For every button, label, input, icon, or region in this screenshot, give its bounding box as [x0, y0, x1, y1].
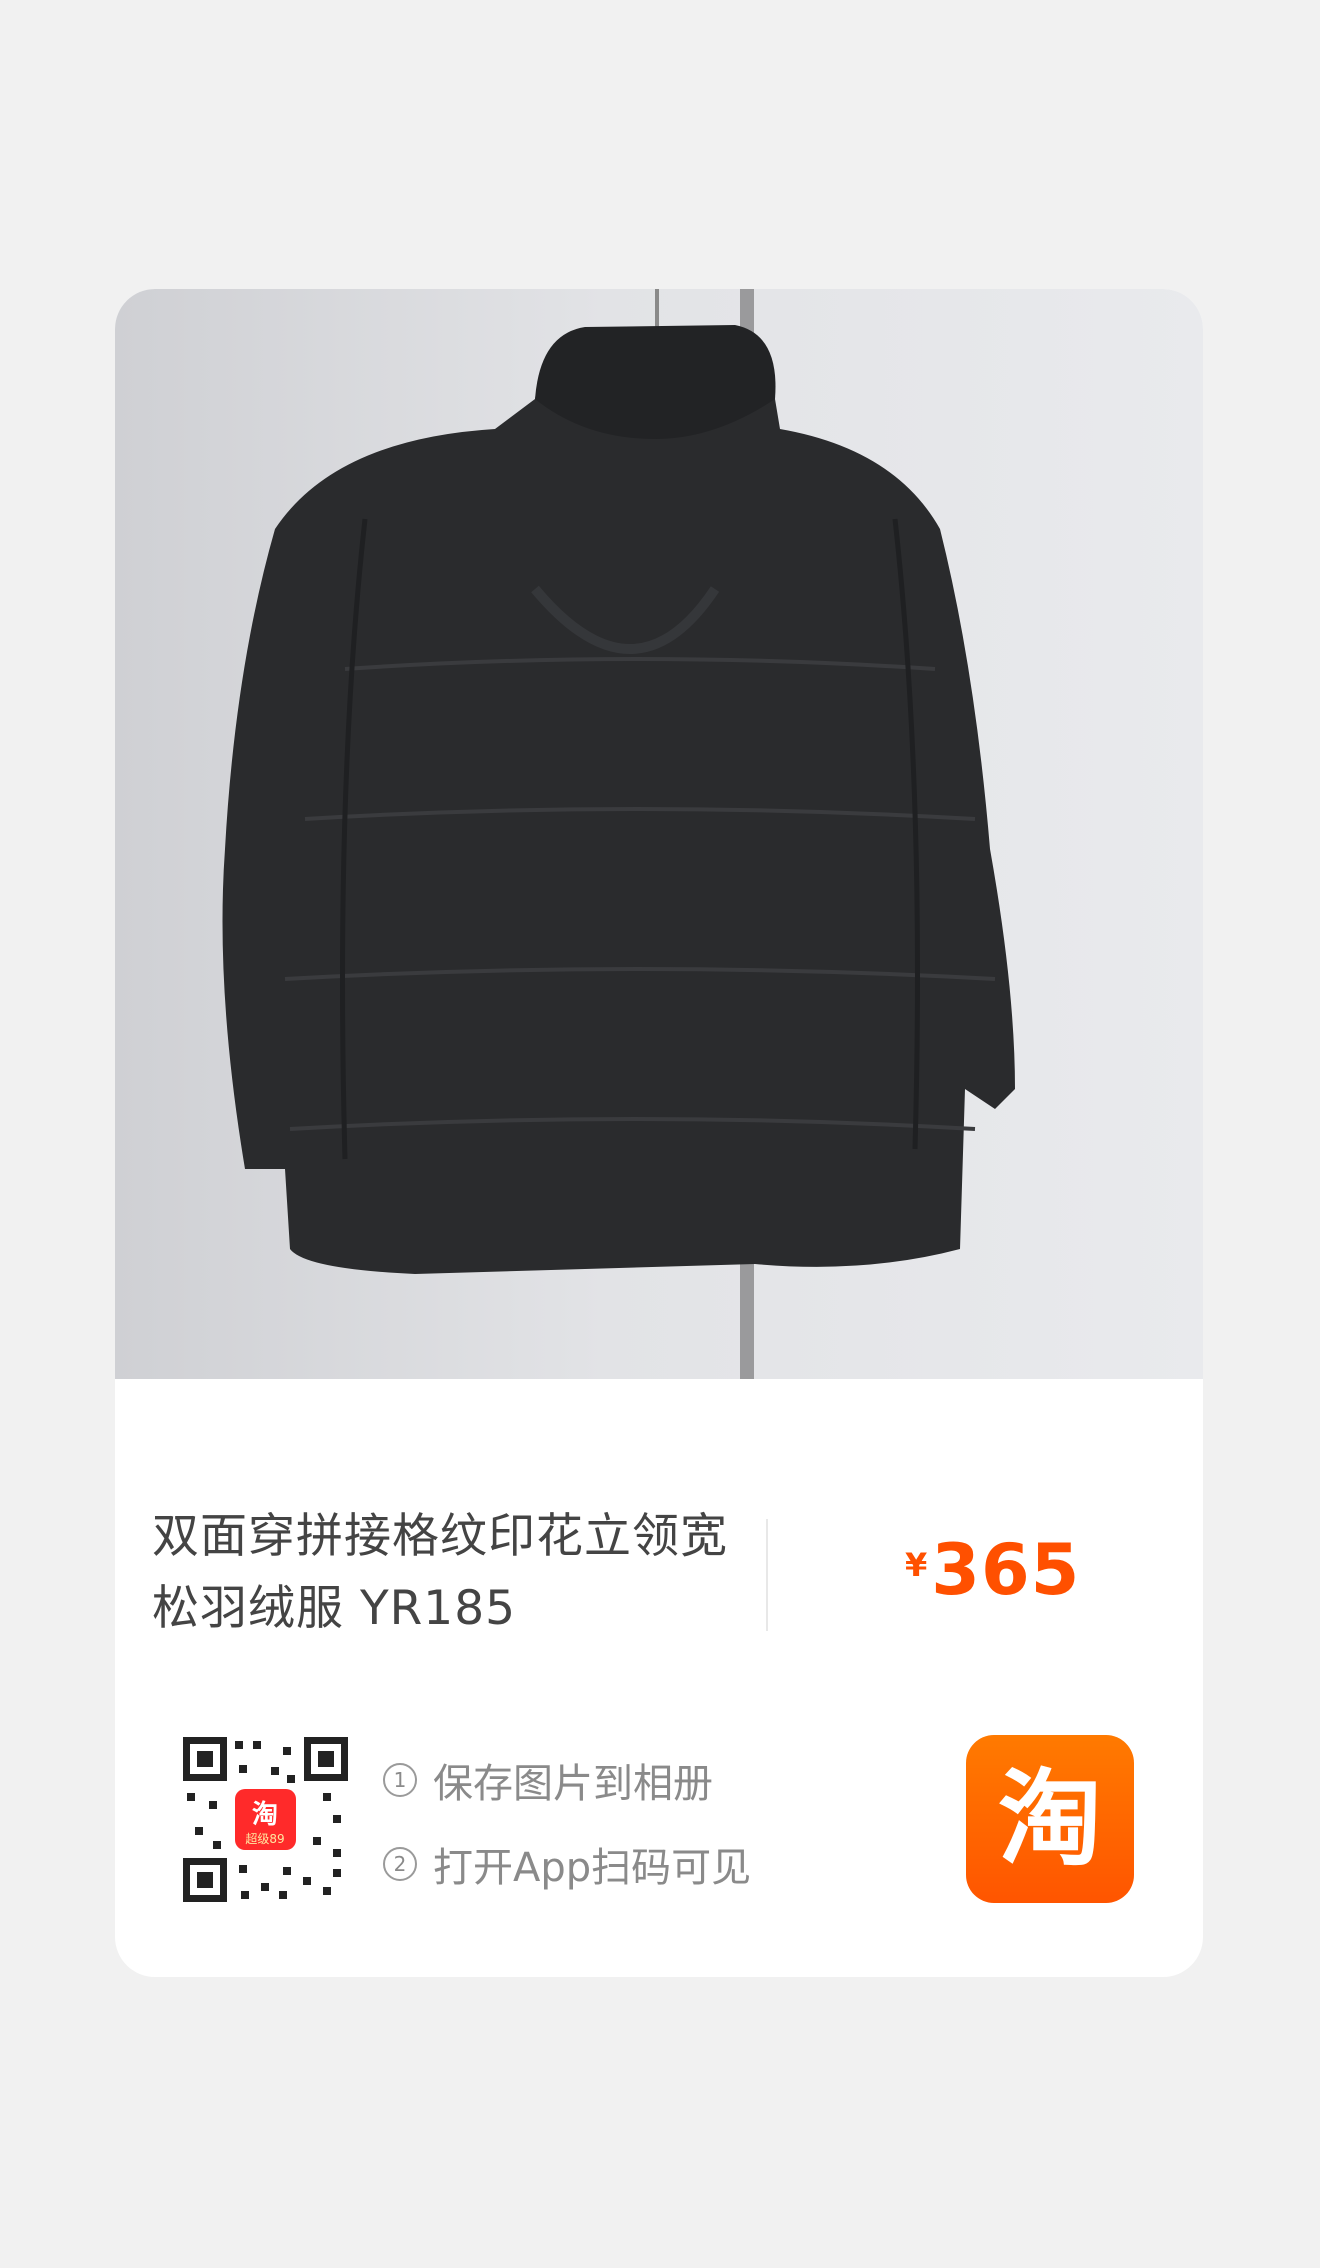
step-text: 打开App扫码可见: [433, 1845, 752, 1891]
product-image[interactable]: [115, 289, 1203, 1379]
jacket-body: [222, 327, 1015, 1274]
qr-badge-sub: 超级89: [245, 1831, 284, 1846]
step-text: 保存图片到相册: [433, 1761, 713, 1807]
share-card: 双面穿拼接格纹印花立领宽松羽绒服 YR185 ¥365 淘 超级89 1 保存图…: [115, 289, 1203, 1977]
qr-badge-text: 淘: [252, 1800, 278, 1830]
taobao-logo-icon[interactable]: 淘: [966, 1735, 1134, 1903]
step-scan: 2 打开App扫码可见: [383, 1835, 751, 1893]
divider: [766, 1519, 768, 1631]
step-number: 1: [383, 1763, 417, 1797]
jacket-photo: [222, 289, 1015, 1379]
step-save: 1 保存图片到相册: [383, 1751, 751, 1809]
currency-symbol: ¥: [905, 1546, 928, 1584]
product-title[interactable]: 双面穿拼接格纹印花立领宽松羽绒服 YR185: [152, 1501, 762, 1645]
taobao-logo-text: 淘: [997, 1758, 1102, 1880]
step-number: 2: [383, 1847, 417, 1881]
qr-code-icon[interactable]: 淘 超级89: [183, 1737, 348, 1902]
price-value: 365: [931, 1529, 1081, 1611]
share-steps: 1 保存图片到相册 2 打开App扫码可见: [383, 1751, 751, 1919]
product-price: ¥365: [905, 1529, 1080, 1611]
